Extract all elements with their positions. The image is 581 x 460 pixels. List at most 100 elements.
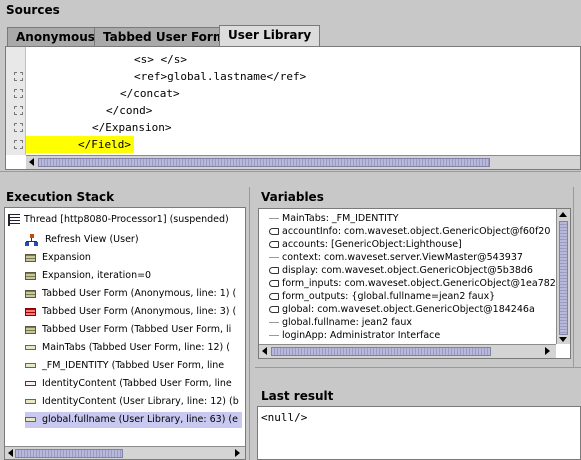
scroll-thumb[interactable] xyxy=(38,158,490,167)
variable-label: form_inputs: com.waveset.object.GenericO… xyxy=(282,278,556,289)
thread-label: Thread [http8080-Processor1] (suspended) xyxy=(24,214,229,225)
tab-tabbed-user-form[interactable]: Tabbed User Form xyxy=(94,27,235,46)
variables-horizontal-scrollbar[interactable] xyxy=(259,344,556,358)
stack-horizontal-scrollbar[interactable] xyxy=(5,446,245,459)
variable-label: context: com.waveset.server.ViewMaster@5… xyxy=(282,252,523,263)
stack-frame-selected[interactable]: global.fullname (User Library, line: 63)… xyxy=(25,412,242,428)
scroll-right-icon[interactable] xyxy=(235,449,240,457)
breakpoint-marker[interactable] xyxy=(14,140,23,149)
execution-stack-title: Execution Stack xyxy=(6,190,115,204)
variable-label: global: com.waveset.object.GenericObject… xyxy=(282,304,535,315)
frame-label: IdentityContent (Tabbed User Form, line xyxy=(42,378,232,389)
scroll-left-icon[interactable] xyxy=(262,347,267,355)
stack-frame[interactable]: MainTabs (Tabbed User Form, line: 12) ( xyxy=(25,340,230,356)
sources-panel: Sources Anonymous Tabbed User Form User … xyxy=(0,0,581,170)
stack-frame-icon xyxy=(25,253,36,262)
variable-row[interactable]: accounts: [GenericObject:Lighthouse] xyxy=(269,239,462,251)
code-line: <s> </s> xyxy=(134,53,187,66)
thread-node[interactable]: Thread [http8080-Processor1] (suspended) xyxy=(8,212,229,228)
execution-stack-panel: Execution Stack Thread [http8080-Process… xyxy=(0,187,250,460)
frame-icon xyxy=(25,345,36,350)
frame-label: Refresh View (User) xyxy=(45,234,139,245)
variable-row[interactable]: global.fullname: jean2 faux xyxy=(269,317,412,329)
variable-row[interactable]: context: com.waveset.server.ViewMaster@5… xyxy=(269,252,523,264)
variable-row[interactable]: display: com.waveset.object.GenericObjec… xyxy=(269,265,533,277)
breakpoint-marker[interactable] xyxy=(14,72,23,81)
stack-frame[interactable]: Tabbed User Form (Anonymous, line: 3) ( xyxy=(25,304,236,320)
leaf-connector xyxy=(269,322,279,323)
frame-label: _FM_IDENTITY (Tabbed User Form, line xyxy=(42,360,225,371)
sources-title: Sources xyxy=(6,3,60,17)
red-frame-icon xyxy=(25,381,36,386)
red-stack-frame-icon xyxy=(25,307,36,316)
variable-row[interactable]: form_inputs: com.waveset.object.GenericO… xyxy=(269,278,556,290)
breakpoint-marker[interactable] xyxy=(14,106,23,115)
breakpoint-marker[interactable] xyxy=(14,89,23,98)
stack-frame-icon xyxy=(25,271,36,280)
stack-frame[interactable]: IdentityContent (User Library, line: 12)… xyxy=(25,394,239,410)
variable-label: global.fullname: jean2 faux xyxy=(282,317,412,328)
tab-user-library[interactable]: User Library xyxy=(219,25,321,47)
leaf-connector xyxy=(269,257,279,258)
frame-icon xyxy=(25,399,36,404)
stack-frame-icon xyxy=(25,289,36,298)
variables-tree[interactable]: MainTabs: _FM_IDENTITY accountInfo: com.… xyxy=(258,208,571,359)
variable-label: accounts: [GenericObject:Lighthouse] xyxy=(282,239,462,250)
stack-frame[interactable]: Tabbed User Form (Anonymous, line: 1) ( xyxy=(25,286,236,302)
frame-label: MainTabs (Tabbed User Form, line: 12) ( xyxy=(42,342,230,353)
horizontal-split-divider[interactable] xyxy=(0,171,581,187)
last-result-title: Last result xyxy=(261,389,334,403)
variable-label: MainTabs: _FM_IDENTITY xyxy=(282,213,399,224)
tab-anonymous[interactable]: Anonymous xyxy=(7,27,104,46)
result-split-divider[interactable] xyxy=(255,367,581,383)
scroll-left-icon[interactable] xyxy=(29,158,34,166)
scroll-thumb[interactable] xyxy=(15,449,123,458)
expand-key-icon[interactable] xyxy=(269,306,279,313)
stack-frame[interactable]: _FM_IDENTITY (Tabbed User Form, line xyxy=(25,358,224,374)
scroll-thumb[interactable] xyxy=(559,221,568,335)
frame-label: IdentityContent (User Library, line: 12)… xyxy=(42,396,239,407)
frame-label: Tabbed User Form (Anonymous, line: 3) ( xyxy=(42,306,237,317)
stack-frame[interactable]: Tabbed User Form (Tabbed User Form, li xyxy=(25,322,231,338)
stack-frame[interactable]: Expansion xyxy=(25,250,91,266)
expand-key-icon[interactable] xyxy=(269,280,279,287)
expand-key-icon[interactable] xyxy=(269,293,279,300)
execution-stack-tree[interactable]: Thread [http8080-Processor1] (suspended)… xyxy=(4,207,246,460)
frame-icon xyxy=(25,417,36,422)
expand-key-icon[interactable] xyxy=(269,241,279,248)
frame-label: Tabbed User Form (Anonymous, line: 1) ( xyxy=(42,288,237,299)
variable-row[interactable]: form_outputs: {global.fullname=jean2 fau… xyxy=(269,291,495,303)
stack-frame[interactable]: Refresh View (User) xyxy=(25,232,139,248)
expand-key-icon[interactable] xyxy=(269,228,279,235)
tree-icon xyxy=(25,233,39,246)
scroll-left-icon[interactable] xyxy=(8,449,13,457)
stack-frame[interactable]: Expansion, iteration=0 xyxy=(25,268,151,284)
frame-label: Expansion xyxy=(42,252,91,263)
source-horizontal-scrollbar[interactable] xyxy=(26,155,580,169)
variable-row[interactable]: accountInfo: com.waveset.object.GenericO… xyxy=(269,226,550,238)
variable-row[interactable]: global: com.waveset.object.GenericObject… xyxy=(269,304,535,316)
variables-panel: Variables MainTabs: _FM_IDENTITY account… xyxy=(255,187,581,367)
thread-icon xyxy=(8,213,20,226)
source-editor[interactable]: <s> </s> <ref>global.lastname</ref> </co… xyxy=(5,46,581,170)
leaf-connector xyxy=(269,218,279,219)
scroll-thumb[interactable] xyxy=(271,347,491,356)
variables-vertical-scrollbar[interactable] xyxy=(556,209,570,344)
variable-label: accountInfo: com.waveset.object.GenericO… xyxy=(282,226,551,237)
last-result-panel: Last result <null/> xyxy=(255,383,581,460)
variables-right-edge xyxy=(573,187,581,367)
variable-row[interactable]: MainTabs: _FM_IDENTITY xyxy=(269,213,399,225)
breakpoint-marker[interactable] xyxy=(14,123,23,132)
last-result-output[interactable]: <null/> xyxy=(257,406,581,460)
stack-frame[interactable]: IdentityContent (Tabbed User Form, line xyxy=(25,376,232,392)
variable-label: loginApp: Administrator Interface xyxy=(282,330,441,341)
stack-frame-icon xyxy=(25,325,36,334)
leaf-connector xyxy=(269,335,279,336)
frame-label: Tabbed User Form (Tabbed User Form, li xyxy=(42,324,232,335)
scroll-up-icon[interactable] xyxy=(559,212,567,217)
scroll-down-icon[interactable] xyxy=(559,337,567,342)
code-line: </Expansion> xyxy=(92,121,172,134)
scroll-right-icon[interactable] xyxy=(545,347,550,355)
expand-key-icon[interactable] xyxy=(269,267,279,274)
variable-row[interactable]: loginApp: Administrator Interface xyxy=(269,330,440,342)
